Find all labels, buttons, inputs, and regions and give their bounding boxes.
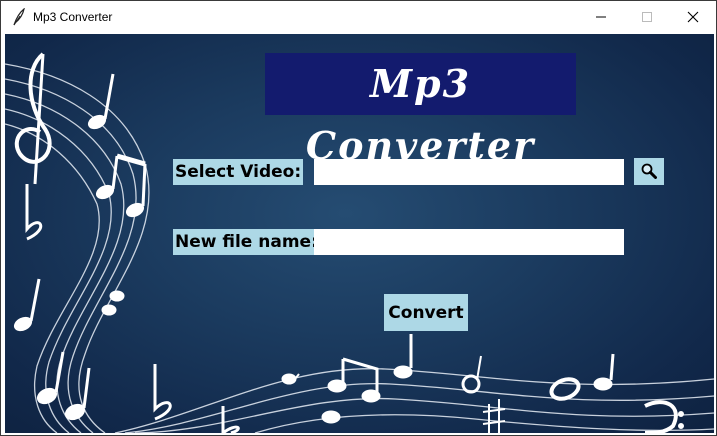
feather-icon: [11, 7, 27, 26]
window-title: Mp3 Converter: [33, 10, 113, 24]
browse-button[interactable]: [634, 158, 664, 185]
app-window: Mp3 Converter Mp3 Converter Select Video…: [0, 0, 717, 436]
title-bar[interactable]: Mp3 Converter: [1, 1, 716, 34]
convert-button[interactable]: Convert: [384, 294, 468, 331]
main-panel: Mp3 Converter Select Video: New file nam…: [5, 34, 714, 433]
app-title-banner: Mp3 Converter: [265, 53, 576, 168]
minimize-button[interactable]: [578, 1, 624, 33]
close-button[interactable]: [670, 1, 716, 33]
magnifier-icon: [641, 163, 657, 179]
select-video-input[interactable]: [314, 159, 624, 185]
maximize-button[interactable]: [624, 1, 670, 33]
new-file-name-label: New file name:: [173, 229, 320, 255]
select-video-label: Select Video:: [173, 159, 304, 185]
new-file-name-input[interactable]: [314, 229, 624, 255]
